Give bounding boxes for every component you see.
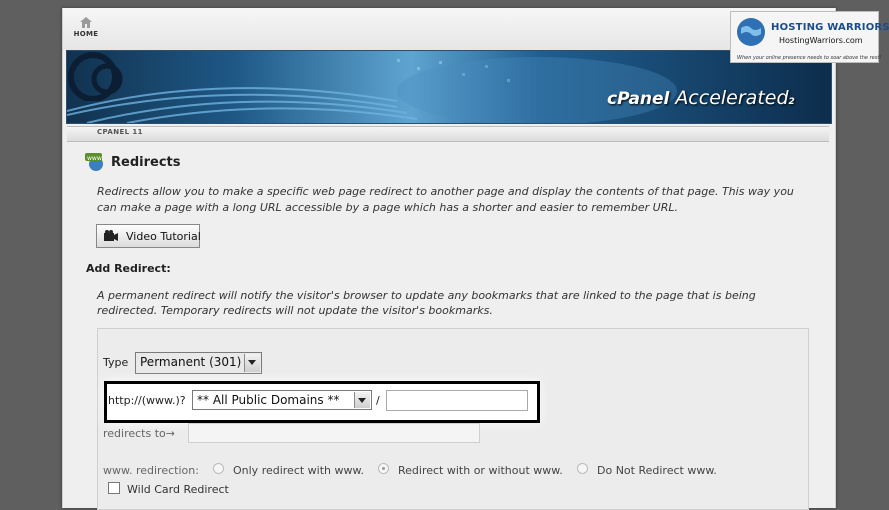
brand-version: 2 [788,97,795,107]
home-link[interactable]: HOME [71,16,101,38]
globe-icon [737,18,765,46]
path-separator: / [376,394,380,407]
brand-name: Accelerated [675,87,789,109]
cpanel-logo [68,52,123,101]
video-tutorial-label: Video Tutorial [126,230,201,243]
domain-select[interactable]: ** All Public Domains ** [192,390,372,410]
type-label: Type [103,356,129,369]
page-description: Redirects allow you to make a specific w… [97,185,794,214]
redirect-type-value: Permanent (301) [140,355,242,369]
chevron-down-icon[interactable] [354,392,370,408]
www-globe-icon: www [85,153,103,171]
brand-prefix: cPanel [607,89,670,109]
redirect-type-select[interactable]: Permanent (301) [135,352,262,374]
wildcard-checkbox[interactable] [108,482,120,494]
wildcard-label: Wild Card Redirect [127,483,229,496]
watermark-tagline: When your online presence needs to soar … [737,55,882,61]
video-camera-icon [104,230,118,241]
watermark-url: HostingWarriors.com [779,36,863,45]
brand-text: cPanel Accelerated2 [607,87,795,109]
radio-do-not-redirect-www-label: Do Not Redirect www. [597,464,717,477]
radio-do-not-redirect-www[interactable] [577,463,588,474]
hosting-warriors-watermark: HOSTING WARRIORS HostingWarriors.com Whe… [730,11,889,63]
radio-with-or-without-www[interactable] [378,463,389,474]
redirect-path-input[interactable] [386,390,528,411]
www-redirection-label: www. redirection: [103,464,199,477]
top-navigation-bar: HOME [63,8,835,50]
video-tutorial-button[interactable]: Video Tutorial [96,224,201,248]
tab-bar: CPANEL 11 [67,126,829,142]
redirect-target-input[interactable] [188,423,480,443]
radio-only-www-label: Only redirect with www. [233,464,364,477]
redirect-note: A permanent redirect will notify the vis… [97,289,756,317]
radio-only-www[interactable] [213,463,224,474]
home-icon [80,17,92,28]
page-title: Redirects [111,155,181,170]
url-prefix-label: http://(www.)? [108,394,186,407]
watermark-name: HOSTING WARRIORS [771,22,889,33]
chevron-down-icon[interactable] [244,354,260,372]
home-label: HOME [73,30,99,38]
cpanel-banner: cPanel Accelerated2 [66,50,832,124]
add-redirect-heading: Add Redirect: [86,262,171,275]
radio-with-or-without-www-label: Redirect with or without www. [398,464,563,477]
redirects-to-label: redirects to→ [103,427,175,440]
domain-select-value: ** All Public Domains ** [197,393,340,407]
tab-cpanel[interactable]: CPANEL 11 [97,128,143,136]
svg-text:www: www [87,155,102,162]
